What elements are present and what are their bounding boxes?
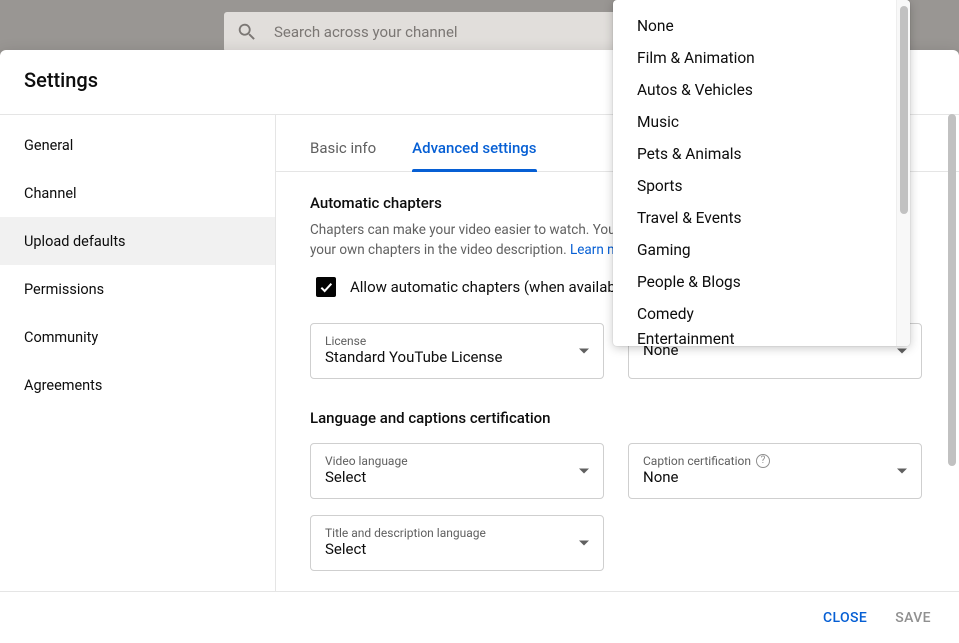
sidebar-item-label: Upload defaults (24, 233, 126, 250)
dropdown-scrollbar[interactable] (896, 0, 910, 346)
caption-certification-select[interactable]: Caption certification ? None (628, 443, 922, 499)
chevron-down-icon (897, 348, 907, 353)
sidebar-item-permissions[interactable]: Permissions (0, 265, 275, 313)
sidebar-item-upload-defaults[interactable]: Upload defaults (0, 217, 275, 265)
category-dropdown-menu: None Film & Animation Autos & Vehicles M… (613, 0, 910, 346)
tab-advanced-settings[interactable]: Advanced settings (412, 139, 536, 171)
license-select[interactable]: License Standard YouTube License (310, 323, 604, 379)
desc-line-2: your own chapters in the video descripti… (310, 242, 570, 258)
dropdown-option-travel-events[interactable]: Travel & Events (613, 202, 896, 234)
sidebar-item-label: Community (24, 329, 98, 346)
save-button[interactable]: SAVE (895, 610, 931, 626)
dropdown-option-people-blogs[interactable]: People & Blogs (613, 266, 896, 298)
sidebar-item-label: Channel (24, 185, 77, 202)
dropdown-option-comedy[interactable]: Comedy (613, 298, 896, 330)
dropdown-option-autos-vehicles[interactable]: Autos & Vehicles (613, 74, 896, 106)
checkbox-checked-icon[interactable] (316, 277, 336, 297)
checkbox-label: Allow automatic chapters (when available (350, 278, 627, 296)
dropdown-option-music[interactable]: Music (613, 106, 896, 138)
field-label: Title and description language (325, 526, 589, 540)
sidebar-item-channel[interactable]: Channel (0, 169, 275, 217)
dropdown-option-none[interactable]: None (613, 10, 896, 42)
field-label: License (325, 334, 589, 348)
tab-basic-info[interactable]: Basic info (310, 139, 376, 171)
dropdown-option-sports[interactable]: Sports (613, 170, 896, 202)
section-heading-language: Language and captions certification (276, 379, 959, 427)
dropdown-option-pets-animals[interactable]: Pets & Animals (613, 138, 896, 170)
sidebar-item-community[interactable]: Community (0, 313, 275, 361)
field-label-text: Caption certification (643, 454, 751, 468)
field-value: Select (325, 468, 589, 488)
field-value: Select (325, 540, 589, 560)
chevron-down-icon (579, 348, 589, 353)
video-language-select[interactable]: Video language Select (310, 443, 604, 499)
content-scrollbar[interactable] (945, 112, 959, 594)
field-value: None (643, 468, 907, 488)
close-button[interactable]: CLOSE (823, 610, 867, 626)
chevron-down-icon (579, 468, 589, 473)
sidebar-item-label: General (24, 137, 73, 154)
dropdown-option-film-animation[interactable]: Film & Animation (613, 42, 896, 74)
language-row-1: Video language Select Caption certificat… (276, 443, 959, 499)
sidebar-item-label: Permissions (24, 281, 104, 298)
language-row-2: Title and description language Select (276, 515, 959, 571)
field-value: Standard YouTube License (325, 348, 589, 368)
settings-sidebar: General Channel Upload defaults Permissi… (0, 115, 276, 591)
modal-footer: CLOSE SAVE (0, 591, 959, 643)
field-label: Caption certification ? (643, 454, 907, 468)
desc-line-1: Chapters can make your video easier to w… (310, 222, 633, 238)
dropdown-option-gaming[interactable]: Gaming (613, 234, 896, 266)
sidebar-item-label: Agreements (24, 377, 102, 394)
sidebar-item-agreements[interactable]: Agreements (0, 361, 275, 409)
title-desc-language-select[interactable]: Title and description language Select (310, 515, 604, 571)
scrollbar-thumb[interactable] (900, 6, 908, 214)
field-label: Video language (325, 454, 589, 468)
scrollbar-thumb[interactable] (948, 114, 956, 466)
help-icon[interactable]: ? (756, 454, 770, 468)
dropdown-option-entertainment[interactable]: Entertainment (613, 330, 896, 346)
chevron-down-icon (897, 468, 907, 473)
chevron-down-icon (579, 540, 589, 545)
dropdown-list: None Film & Animation Autos & Vehicles M… (613, 0, 896, 346)
sidebar-item-general[interactable]: General (0, 121, 275, 169)
